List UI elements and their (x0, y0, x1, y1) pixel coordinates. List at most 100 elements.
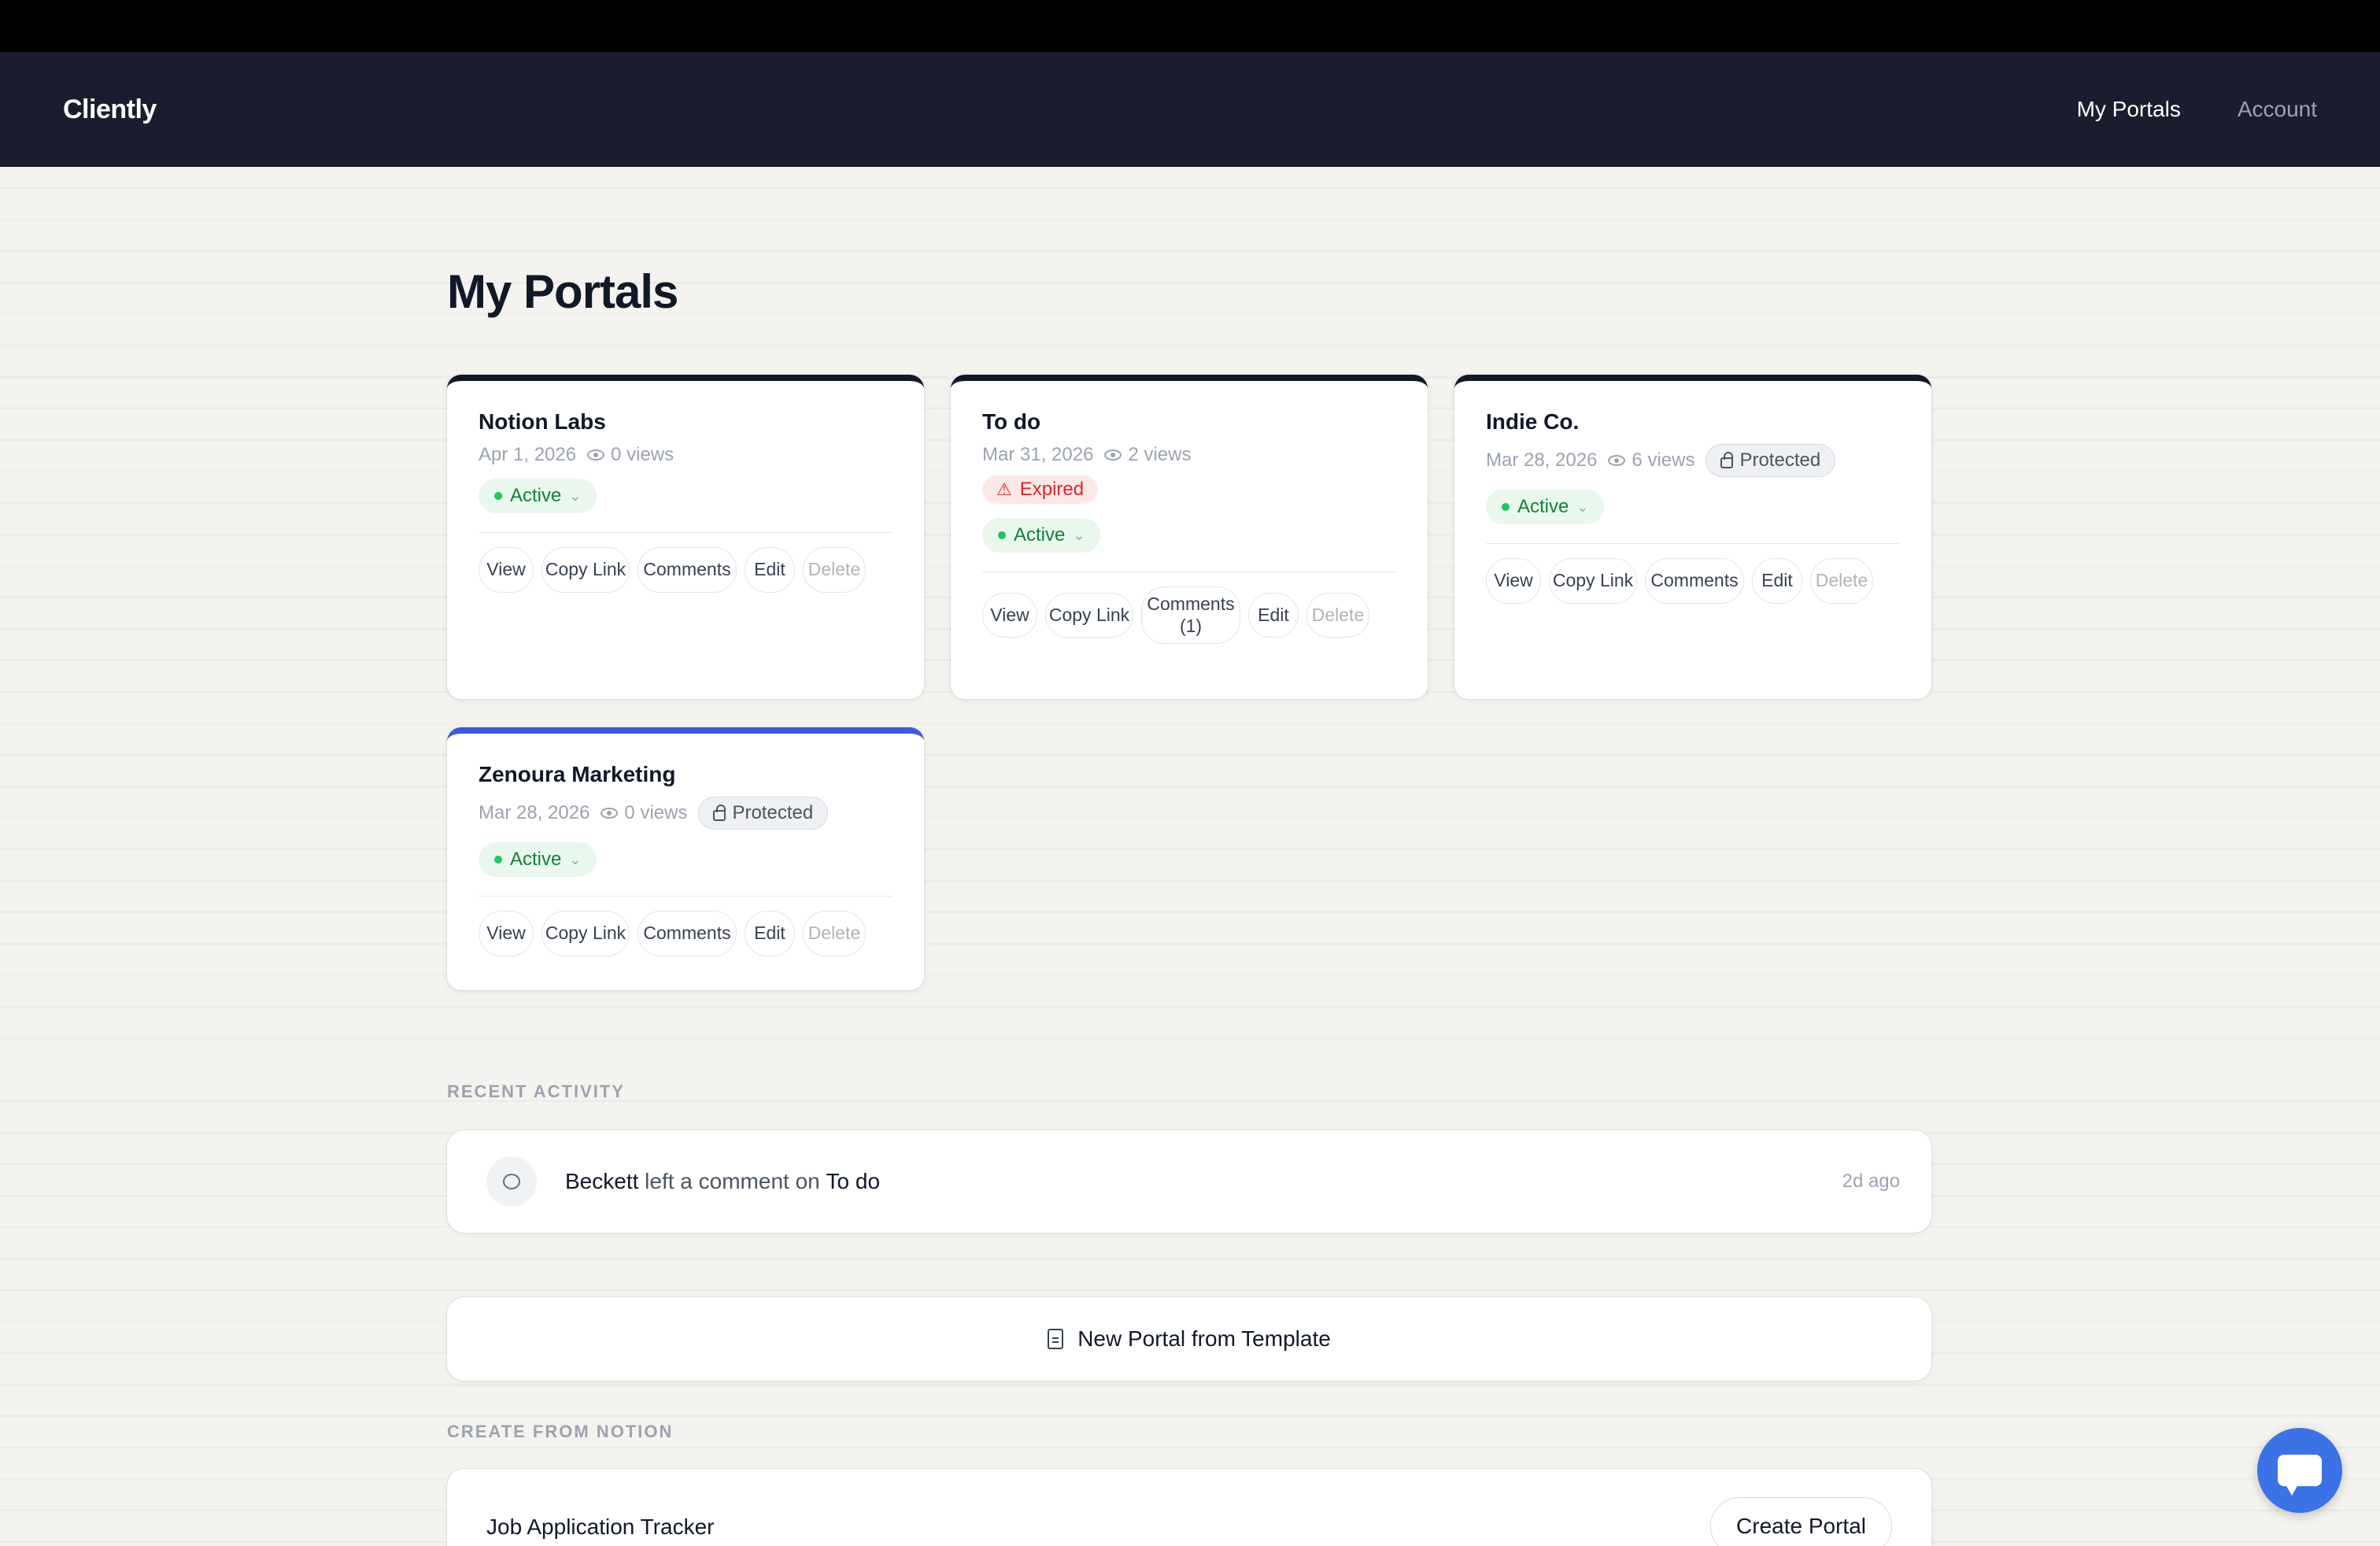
top-navbar: Cliently My Portals Account (0, 52, 2380, 167)
create-from-notion-heading: CREATE FROM NOTION (447, 1422, 674, 1441)
portal-card: Zenoura Marketing Mar 28, 2026 0 views P… (447, 727, 924, 990)
delete-button[interactable]: Delete (803, 911, 866, 956)
portal-card: Indie Co. Mar 28, 2026 6 views Protected… (1454, 375, 1931, 699)
activity-item: Beckett left a comment on To do 2d ago (447, 1130, 1931, 1233)
status-dot-icon (494, 856, 502, 864)
chat-icon (2278, 1455, 2322, 1496)
copy-link-button[interactable]: Copy Link (541, 911, 630, 956)
comment-icon (486, 1156, 537, 1207)
status-dropdown[interactable]: Active ⌄ (479, 842, 597, 877)
protected-badge: Protected (1706, 444, 1836, 477)
comments-button[interactable]: Comments (638, 911, 737, 956)
portal-date: Mar 31, 2026 (982, 444, 1094, 465)
portal-card: To do Mar 31, 2026 2 views ⚠ Expired Act… (951, 375, 1428, 699)
protected-badge: Protected (698, 797, 829, 830)
delete-button[interactable]: Delete (1306, 592, 1369, 638)
portal-date: Mar 28, 2026 (479, 802, 590, 823)
nav-account[interactable]: Account (2238, 97, 2317, 122)
chevron-down-icon: ⌄ (569, 487, 582, 504)
portal-card: Notion Labs Apr 1, 2026 0 views Active ⌄… (447, 375, 924, 699)
divider (1486, 543, 1900, 544)
portal-actions: View Copy Link Comments Edit Delete (479, 911, 893, 956)
status-label: Active (1014, 524, 1066, 546)
divider (982, 571, 1396, 572)
window-top-bar (0, 0, 2380, 52)
portal-views: 0 views (587, 444, 674, 466)
recent-activity-heading: RECENT ACTIVITY (447, 1082, 625, 1101)
portal-actions: View Copy Link Comments Edit Delete (1486, 558, 1900, 604)
eye-icon (1104, 449, 1122, 460)
delete-button[interactable]: Delete (1810, 558, 1873, 604)
activity-action: left a comment on (645, 1169, 820, 1193)
portal-meta: Mar 28, 2026 0 views Protected (479, 797, 893, 830)
edit-button[interactable]: Edit (745, 547, 795, 593)
status-dropdown[interactable]: Active ⌄ (479, 479, 597, 513)
portal-meta: Mar 31, 2026 2 views (982, 444, 1396, 466)
comments-button[interactable]: Comments (1) (1141, 586, 1240, 645)
nav-my-portals[interactable]: My Portals (2077, 97, 2181, 122)
portal-date: Mar 28, 2026 (1486, 449, 1598, 471)
chevron-down-icon: ⌄ (1073, 527, 1085, 543)
activity-text: Beckett left a comment on To do (565, 1169, 1842, 1194)
activity-time: 2d ago (1842, 1171, 1900, 1192)
warning-icon: ⚠ (996, 479, 1012, 499)
status-label: Active (510, 849, 562, 870)
copy-link-button[interactable]: Copy Link (1045, 592, 1133, 638)
edit-button[interactable]: Edit (745, 911, 795, 956)
copy-link-button[interactable]: Copy Link (1549, 558, 1637, 604)
portal-date: Apr 1, 2026 (479, 444, 577, 465)
view-button[interactable]: View (982, 592, 1037, 638)
comments-button[interactable]: Comments (1645, 558, 1744, 604)
view-button[interactable]: View (479, 547, 534, 593)
create-portal-button[interactable]: Create Portal (1710, 1497, 1892, 1546)
status-label: Active (510, 485, 562, 506)
portal-actions: View Copy Link Comments Edit Delete (479, 547, 893, 593)
document-icon (1048, 1329, 1064, 1349)
status-dot-icon (1502, 503, 1510, 511)
views-count: 0 views (624, 802, 688, 823)
status-dropdown[interactable]: Active ⌄ (982, 518, 1101, 553)
notion-page-item: Job Application Tracker Create Portal (447, 1469, 1931, 1546)
views-count: 2 views (1128, 444, 1192, 465)
new-portal-from-template-button[interactable]: New Portal from Template (447, 1297, 1931, 1381)
portal-views: 6 views (1608, 449, 1694, 472)
chevron-down-icon: ⌄ (569, 851, 582, 867)
page-title: My Portals (447, 265, 678, 318)
status-dot-icon (998, 531, 1006, 539)
portal-meta: Apr 1, 2026 0 views (479, 444, 893, 466)
brand-logo[interactable]: Cliently (63, 94, 157, 125)
expired-badge: ⚠ Expired (982, 475, 1099, 504)
chat-support-button[interactable] (2257, 1428, 2342, 1513)
lock-icon (1720, 452, 1734, 468)
protected-label: Protected (732, 802, 814, 823)
eye-icon (601, 808, 619, 819)
edit-button[interactable]: Edit (1248, 592, 1299, 638)
portal-title[interactable]: Indie Co. (1486, 409, 1900, 435)
portal-title[interactable]: To do (982, 409, 1396, 435)
portal-title[interactable]: Notion Labs (479, 409, 893, 435)
view-button[interactable]: View (1486, 558, 1541, 604)
notion-page-title: Job Application Tracker (486, 1515, 715, 1539)
portal-views: 0 views (601, 802, 687, 824)
comments-button[interactable]: Comments (638, 547, 737, 593)
template-button-label: New Portal from Template (1077, 1326, 1331, 1351)
views-count: 0 views (611, 444, 674, 465)
activity-user[interactable]: Beckett (565, 1169, 638, 1193)
eye-icon (1608, 455, 1626, 466)
status-label: Active (1517, 496, 1569, 517)
delete-button[interactable]: Delete (803, 547, 866, 593)
protected-label: Protected (1739, 449, 1821, 471)
edit-button[interactable]: Edit (1752, 558, 1802, 604)
portal-meta: Mar 28, 2026 6 views Protected (1486, 444, 1900, 477)
portal-title[interactable]: Zenoura Marketing (479, 762, 893, 787)
activity-target[interactable]: To do (826, 1169, 881, 1193)
lock-icon (713, 804, 726, 821)
status-dropdown[interactable]: Active ⌄ (1486, 490, 1605, 524)
status-dot-icon (494, 492, 502, 500)
view-button[interactable]: View (479, 911, 534, 956)
copy-link-button[interactable]: Copy Link (541, 547, 630, 593)
eye-icon (587, 449, 605, 460)
portal-actions: View Copy Link Comments (1) Edit Delete (982, 586, 1396, 645)
divider (479, 532, 893, 533)
chevron-down-icon: ⌄ (1576, 498, 1589, 515)
